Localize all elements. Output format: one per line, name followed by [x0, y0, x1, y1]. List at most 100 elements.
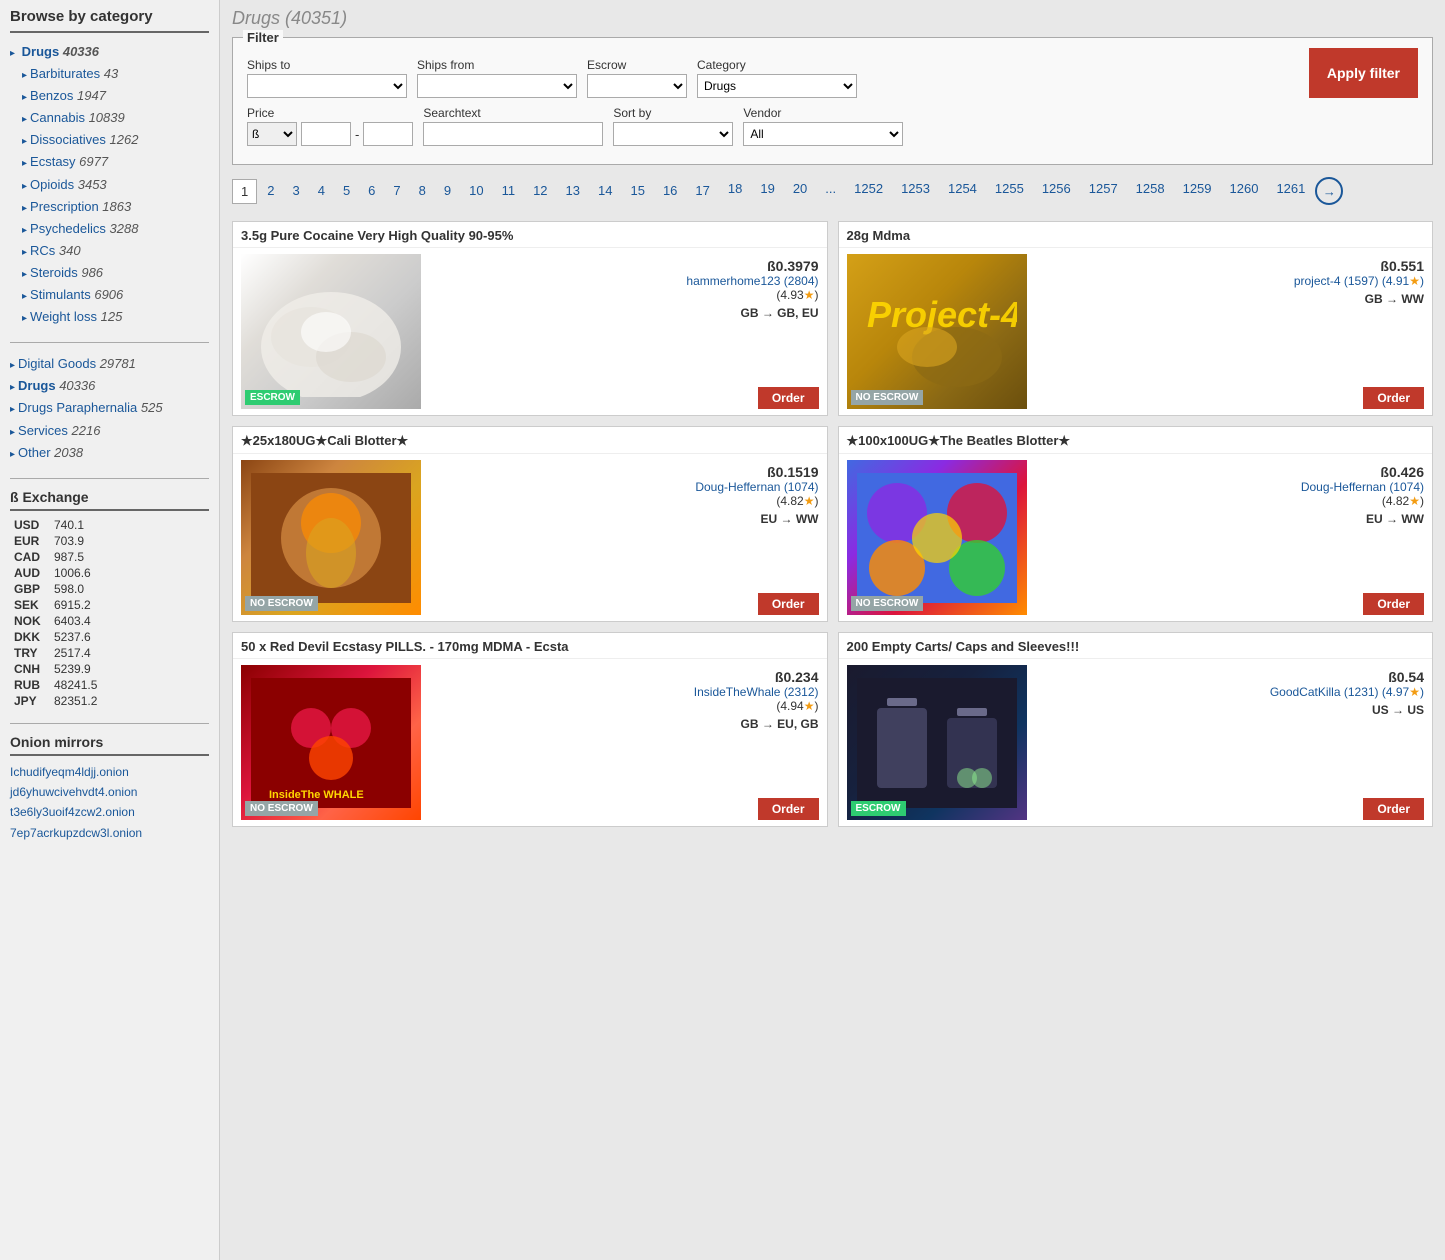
escrow-group: Escrow [587, 58, 687, 98]
product-title-1: 3.5g Pure Cocaine Very High Quality 90-9… [233, 222, 827, 248]
sidebar-item-prescription[interactable]: ▸Prescription 1863 [22, 196, 209, 218]
page-1259[interactable]: 1259 [1175, 177, 1220, 205]
sidebar-item-ecstasy[interactable]: ▸Ecstasy 6977 [22, 151, 209, 173]
sidebar-item-weight-loss[interactable]: ▸Weight loss 125 [22, 306, 209, 328]
page-1253[interactable]: 1253 [893, 177, 938, 205]
page-14[interactable]: 14 [590, 179, 620, 204]
page-11[interactable]: 11 [494, 179, 524, 204]
order-button-3[interactable]: Order [758, 593, 819, 615]
bullet-icon: ▸ [22, 291, 27, 302]
page-7[interactable]: 7 [385, 179, 408, 204]
page-1254[interactable]: 1254 [940, 177, 985, 205]
vendor-label: Vendor [743, 106, 903, 120]
page-9[interactable]: 9 [436, 179, 459, 204]
order-button-5[interactable]: Order [758, 798, 819, 820]
rate-nok: 6403.4 [50, 613, 209, 629]
currency-aud: AUD [10, 565, 50, 581]
page-2[interactable]: 2 [259, 179, 282, 204]
sidebar-item-drugs-heading[interactable]: ▸ Drugs 40336 [10, 41, 209, 63]
sidebar-item-opioids[interactable]: ▸Opioids 3453 [22, 174, 209, 196]
page-19[interactable]: 19 [752, 177, 782, 205]
page-1-current[interactable]: 1 [232, 179, 257, 204]
mirror-link-3[interactable]: t3e6ly3uoif4zcw2.onion [10, 802, 209, 822]
product-vendor-5[interactable]: InsideTheWhale (2312) [694, 685, 819, 699]
bullet-icon: ▸ [22, 225, 27, 236]
order-button-6[interactable]: Order [1363, 798, 1424, 820]
sidebar-item-benzos[interactable]: ▸Benzos 1947 [22, 85, 209, 107]
sidebar-item-digital-goods[interactable]: ▸Digital Goods 29781 [10, 353, 209, 375]
page-15[interactable]: 15 [622, 179, 652, 204]
product-vendor-1[interactable]: hammerhome123 (2804) [686, 274, 818, 288]
page-10[interactable]: 10 [461, 179, 491, 204]
cocaine-image-svg [251, 267, 411, 397]
product-price-2: ß0.551 [1380, 258, 1424, 274]
sidebar-item-drugs-main[interactable]: ▸Drugs 40336 [10, 375, 209, 397]
searchtext-label: Searchtext [423, 106, 603, 120]
page-18[interactable]: 18 [720, 177, 750, 205]
page-8[interactable]: 8 [411, 179, 434, 204]
main-categories-section: ▸Digital Goods 29781 ▸Drugs 40336 ▸Drugs… [10, 353, 209, 463]
sidebar-item-services[interactable]: ▸Services 2216 [10, 420, 209, 442]
apply-filter-button[interactable]: Apply filter [1309, 48, 1418, 98]
product-card-3: ★25x180UG★Cali Blotter★ NO ESCROW [232, 426, 828, 622]
page-16[interactable]: 16 [655, 179, 685, 204]
price-currency-select[interactable]: ß [247, 122, 297, 146]
page-1255[interactable]: 1255 [987, 177, 1032, 205]
pagination-next[interactable]: → [1315, 177, 1343, 205]
page-12[interactable]: 12 [525, 179, 555, 204]
mirror-link-2[interactable]: jd6yhuwcivehvdt4.onion [10, 782, 209, 802]
product-info-1: ß0.3979 hammerhome123 (2804) (4.93★) GB … [429, 254, 819, 409]
ships-from-select[interactable] [417, 74, 577, 98]
sidebar-item-other[interactable]: ▸Other 2038 [10, 442, 209, 464]
price-max-input[interactable] [363, 122, 413, 146]
product-image-wrap-5: InsideThe WHALE NO ESCROW [241, 665, 421, 820]
escrow-select[interactable] [587, 74, 687, 98]
page-20[interactable]: 20 [785, 177, 815, 205]
page-17[interactable]: 17 [687, 179, 717, 204]
sidebar-item-dissociatives[interactable]: ▸Dissociatives 1262 [22, 129, 209, 151]
page-1252[interactable]: 1252 [846, 177, 891, 205]
sidebar-item-cannabis[interactable]: ▸Cannabis 10839 [22, 107, 209, 129]
order-button-4[interactable]: Order [1363, 593, 1424, 615]
mirror-link-1[interactable]: Ichudifyeqm4ldjj.onion [10, 762, 209, 782]
page-13[interactable]: 13 [558, 179, 588, 204]
sidebar-item-barbiturates[interactable]: ▸Barbiturates 43 [22, 63, 209, 85]
sort-by-select[interactable] [613, 122, 733, 146]
rate-eur: 703.9 [50, 533, 209, 549]
product-image-2: Project-4 [847, 254, 1027, 409]
sidebar-item-drugs-paraphernalia[interactable]: ▸Drugs Paraphernalia 525 [10, 397, 209, 419]
page-1260[interactable]: 1260 [1222, 177, 1267, 205]
page-1256[interactable]: 1256 [1034, 177, 1079, 205]
product-vendor-6[interactable]: GoodCatKilla (1231) (4.97★) [1270, 685, 1424, 699]
product-card-6: 200 Empty Carts/ Caps and Sleeves!!! [838, 632, 1434, 827]
sidebar-item-rcs[interactable]: ▸RCs 340 [22, 240, 209, 262]
page-1261[interactable]: 1261 [1268, 177, 1313, 205]
page-6[interactable]: 6 [360, 179, 383, 204]
page-1257[interactable]: 1257 [1081, 177, 1126, 205]
price-separator: - [355, 127, 359, 142]
sidebar-item-steroids[interactable]: ▸Steroids 986 [22, 262, 209, 284]
page-1258[interactable]: 1258 [1128, 177, 1173, 205]
order-button-1[interactable]: Order [758, 387, 819, 409]
product-card-2: 28g Mdma Project-4 NO ESCROW [838, 221, 1434, 416]
product-vendor-3[interactable]: Doug-Heffernan (1074) [695, 480, 818, 494]
carts-image-svg [857, 678, 1017, 808]
price-min-input[interactable] [301, 122, 351, 146]
page-4[interactable]: 4 [310, 179, 333, 204]
ships-from-group: Ships from [417, 58, 577, 98]
vendor-select[interactable]: All [743, 122, 903, 146]
order-button-2[interactable]: Order [1363, 387, 1424, 409]
product-vendor-4[interactable]: Doug-Heffernan (1074) [1301, 480, 1424, 494]
page-3[interactable]: 3 [284, 179, 307, 204]
ecstasy-image-svg: InsideThe WHALE [251, 678, 411, 808]
rate-cnh: 5239.9 [50, 661, 209, 677]
sidebar-item-stimulants[interactable]: ▸Stimulants 6906 [22, 284, 209, 306]
ships-to-select[interactable] [247, 74, 407, 98]
mirror-link-4[interactable]: 7ep7acrkupzdcw3l.onion [10, 823, 209, 843]
category-select[interactable]: Drugs [697, 74, 857, 98]
searchtext-input[interactable] [423, 122, 603, 146]
page-5[interactable]: 5 [335, 179, 358, 204]
product-vendor-2[interactable]: project-4 (1597) (4.91★) [1294, 274, 1424, 288]
drugs-link[interactable]: Drugs 40336 [22, 44, 99, 59]
sidebar-item-psychedelics[interactable]: ▸Psychedelics 3288 [22, 218, 209, 240]
